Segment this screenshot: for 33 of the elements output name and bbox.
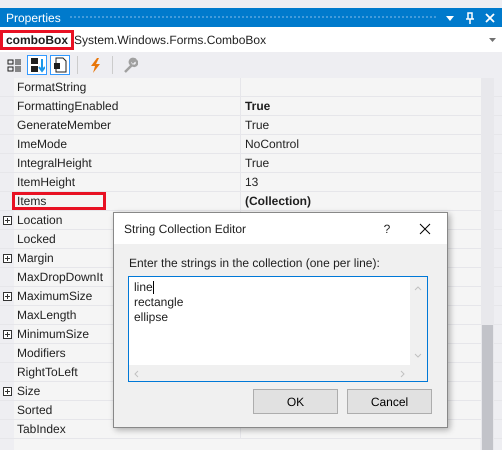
property-name: TabIndex <box>16 422 67 436</box>
property-value: 13 <box>245 175 258 189</box>
object-name: comboBox <box>2 32 72 48</box>
property-name: MaxLength <box>16 308 78 322</box>
property-value: NoControl <box>245 137 300 151</box>
property-name: MinimumSize <box>16 327 90 341</box>
window-title: Properties <box>6 10 61 24</box>
property-name: ImeMode <box>16 137 68 151</box>
property-name: Margin <box>16 251 55 265</box>
object-type: System.Windows.Forms.ComboBox <box>74 32 266 46</box>
property-name: Locked <box>16 232 57 246</box>
property-name: MaximumSize <box>16 289 94 303</box>
text-line: rectangle <box>134 295 184 310</box>
text-line: ellipse <box>134 310 168 325</box>
property-value: True <box>245 156 270 170</box>
prompt-label: Enter the strings in the collection (one per line): <box>129 256 380 270</box>
property-name: Size <box>16 384 42 398</box>
property-name: ItemHeight <box>16 175 76 189</box>
property-name: FormattingEnabled <box>16 99 120 113</box>
property-name: Modifiers <box>16 346 67 360</box>
property-value: True <box>245 99 270 113</box>
property-name: Sorted <box>16 403 54 417</box>
property-name: IntegralHeight <box>16 156 93 170</box>
property-value: True <box>245 118 270 132</box>
dialog-title: String Collection Editor <box>124 222 248 236</box>
property-name: RightToLeft <box>16 365 79 379</box>
property-name: Items <box>14 194 104 208</box>
property-name: GenerateMember <box>16 118 112 132</box>
text-line: line <box>134 280 154 295</box>
property-name: FormatString <box>16 80 88 94</box>
property-value: (Collection) <box>245 194 311 208</box>
property-name: MaxDropDownIt <box>16 270 104 284</box>
property-name: Location <box>16 213 64 227</box>
